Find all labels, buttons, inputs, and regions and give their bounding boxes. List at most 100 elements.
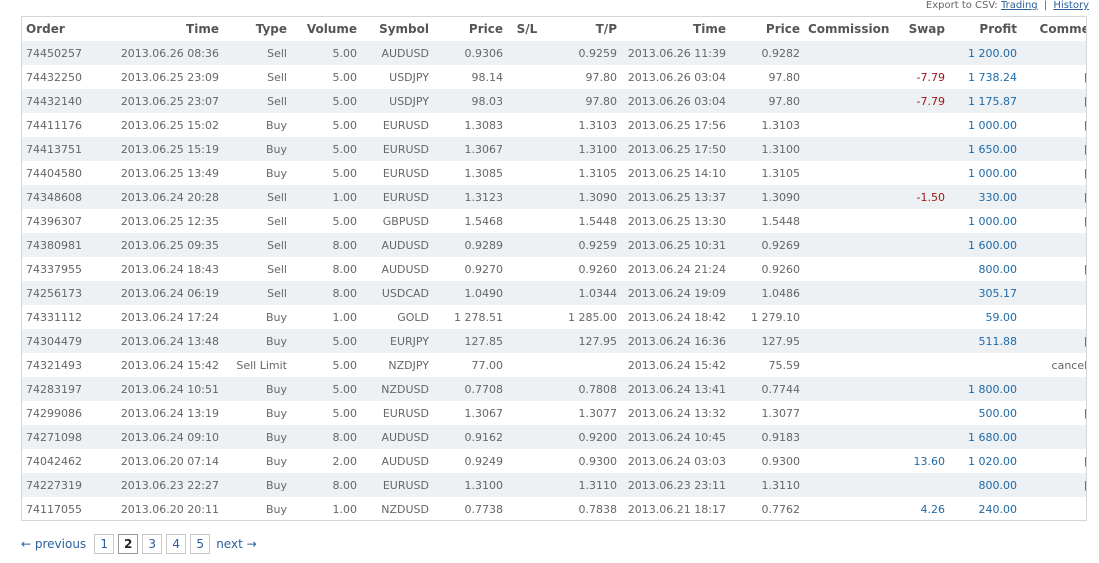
- cell-order: 74337955: [26, 262, 82, 276]
- page-1-link[interactable]: 1: [94, 534, 115, 554]
- col-symbol: Symbol: [379, 22, 429, 36]
- cell-open-price: 1.3067: [464, 142, 504, 156]
- cell-close-time: 2013.06.26 11:39: [627, 46, 726, 60]
- cell-tp: 97.80: [585, 70, 618, 84]
- cell-tp: 0.7838: [578, 502, 618, 516]
- col-type: Type: [255, 22, 287, 36]
- cell-profit: 1 738.24: [968, 70, 1017, 84]
- cell-close-time: 2013.06.25 13:30: [627, 214, 726, 228]
- page-2-link[interactable]: 2: [118, 534, 139, 554]
- cell-tp: 1.3100: [578, 142, 618, 156]
- col-open-price: Price: [468, 22, 503, 36]
- cell-profit: 1 600.00: [968, 238, 1017, 252]
- cell-open-time: 2013.06.25 15:02: [120, 118, 219, 132]
- cell-close-price: 0.9260: [761, 262, 801, 276]
- col-tp: T/P: [595, 22, 617, 36]
- page-5-link[interactable]: 5: [190, 534, 211, 554]
- cell-commission: [804, 473, 889, 497]
- cell-swap: -7.79: [916, 70, 945, 84]
- cell-open-time: 2013.06.20 20:11: [120, 502, 219, 516]
- previous-link[interactable]: ← previous: [21, 537, 86, 551]
- cell-profit: 240.00: [978, 502, 1018, 516]
- cell-commission: [804, 329, 889, 353]
- cell-close-price: 1.3105: [761, 166, 801, 180]
- cell-symbol: EURUSD: [382, 142, 429, 156]
- cell-comment: [tp]: [1021, 65, 1086, 89]
- cell-profit: 305.17: [978, 286, 1018, 300]
- cell-type: Buy: [265, 166, 287, 180]
- cell-sl: [507, 305, 547, 329]
- cell-commission: [804, 497, 889, 520]
- cell-symbol: AUDUSD: [381, 454, 429, 468]
- cell-open-price: 0.9249: [464, 454, 504, 468]
- table-row: 74411176 2013.06.25 15:02 Buy 5.00 EURUSD 1.3…: [22, 113, 1086, 137]
- cell-volume: 8.00: [332, 430, 358, 444]
- cell-order: 74348608: [26, 190, 82, 204]
- cell-profit: 59.00: [985, 310, 1018, 324]
- cell-profit: 1 175.87: [968, 94, 1017, 108]
- cell-close-price: 0.9300: [761, 454, 801, 468]
- table-row: 74348608 2013.06.24 20:28 Sell 1.00 EURUSD 1.…: [22, 185, 1086, 209]
- cell-symbol: USDJPY: [389, 94, 429, 108]
- cell-comment: [1021, 497, 1086, 520]
- cell-order: 74432140: [26, 94, 82, 108]
- cell-close-price: 1.3077: [761, 406, 801, 420]
- col-order: Order: [26, 22, 65, 36]
- cell-comment: [tp]: [1021, 329, 1086, 353]
- cell-tp: 1.3103: [578, 118, 618, 132]
- col-comment: Comment: [1039, 22, 1086, 36]
- cell-tp: 0.9259: [578, 238, 618, 252]
- cell-swap: [889, 281, 949, 305]
- cell-comment: [1021, 377, 1086, 401]
- cell-close-price: 97.80: [768, 70, 801, 84]
- cell-order: 74304479: [26, 334, 82, 348]
- cell-comment: [tp]: [1021, 161, 1086, 185]
- cell-comment: [1021, 305, 1086, 329]
- export-history-link[interactable]: History: [1053, 0, 1089, 11]
- cell-open-time: 2013.06.20 07:14: [120, 454, 219, 468]
- cell-open-price: 0.7738: [464, 502, 504, 516]
- cell-sl: [507, 113, 547, 137]
- cell-swap: [889, 305, 949, 329]
- cell-symbol: AUDUSD: [381, 262, 429, 276]
- cell-profit: 800.00: [978, 478, 1018, 492]
- table-row: 74380981 2013.06.25 09:35 Sell 8.00 AUDUSD 0.…: [22, 233, 1086, 257]
- page-4-link[interactable]: 4: [166, 534, 187, 554]
- cell-order: 74396307: [26, 214, 82, 228]
- cell-open-price: 0.9289: [464, 238, 504, 252]
- cell-open-price: 0.9306: [464, 46, 504, 60]
- next-link[interactable]: next →: [216, 537, 256, 551]
- cell-tp: 97.80: [585, 94, 618, 108]
- col-close-price: Price: [765, 22, 800, 36]
- export-trading-link[interactable]: Trading: [1001, 0, 1038, 11]
- table-row: 74413751 2013.06.25 15:19 Buy 5.00 EURUSD 1.3…: [22, 137, 1086, 161]
- cell-type: Sell: [267, 46, 287, 60]
- cell-profit: 800.00: [978, 262, 1018, 276]
- table-row: 74337955 2013.06.24 18:43 Sell 8.00 AUDUSD 0.…: [22, 257, 1086, 281]
- col-sl: S/L: [516, 22, 538, 36]
- cell-close-time: 2013.06.24 21:24: [627, 262, 726, 276]
- col-close-time: Time: [693, 22, 726, 36]
- cell-close-time: 2013.06.24 16:36: [627, 334, 726, 348]
- cell-swap: [889, 209, 949, 233]
- cell-volume: 5.00: [332, 358, 358, 372]
- cell-order: 74256173: [26, 286, 82, 300]
- page-3-link[interactable]: 3: [142, 534, 163, 554]
- cell-close-price: 0.9282: [761, 46, 801, 60]
- cell-sl: [507, 449, 547, 473]
- cell-order: 74404580: [26, 166, 82, 180]
- cell-order: 74042462: [26, 454, 82, 468]
- cell-sl: [507, 209, 547, 233]
- cell-swap: [889, 377, 949, 401]
- cell-close-price: 1 279.10: [751, 310, 800, 324]
- cell-profit: 1 000.00: [968, 214, 1017, 228]
- cell-swap: [889, 425, 949, 449]
- cell-open-price: 1.5468: [464, 214, 504, 228]
- cell-comment: [tp]: [1021, 257, 1086, 281]
- cell-swap: 4.26: [920, 502, 946, 516]
- cell-tp: 1.3090: [578, 190, 618, 204]
- cell-profit: 1 800.00: [968, 382, 1017, 396]
- table-row: 74331112 2013.06.24 17:24 Buy 1.00 GOLD 1 278…: [22, 305, 1086, 329]
- table-row: 74117055 2013.06.20 20:11 Buy 1.00 NZDUSD 0.7…: [22, 497, 1086, 520]
- export-csv: Export to CSV: Trading | History: [926, 0, 1089, 12]
